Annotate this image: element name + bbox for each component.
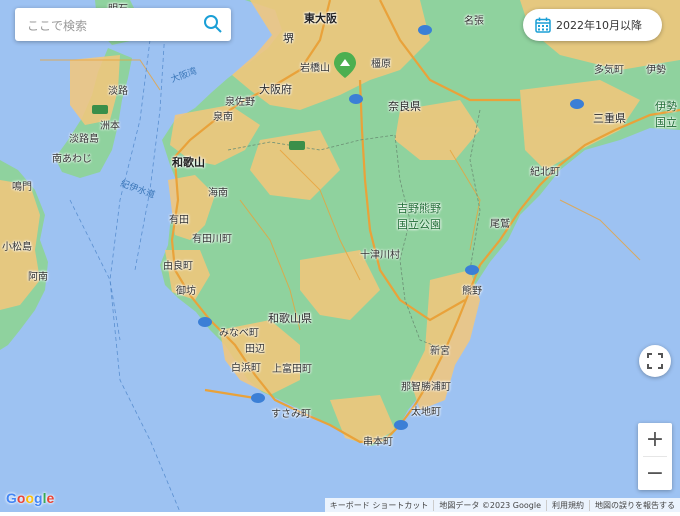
label-kushimoto: 串本町 (363, 437, 393, 448)
label-awaji: 淡路 (108, 86, 128, 97)
label-awajishima: 淡路島 (69, 134, 99, 145)
zoom-control: + − (638, 423, 672, 490)
label-kamitonda: 上富田町 (272, 364, 312, 375)
label-owase: 尾鷲 (490, 219, 510, 230)
label-taki: 多気町 (594, 65, 624, 76)
label-naraken: 奈良県 (388, 100, 421, 113)
search-input[interactable] (25, 8, 199, 43)
label-izumisano: 泉佐野 (225, 97, 255, 108)
label-mieken: 三重県 (593, 112, 626, 125)
route-shield-42e (394, 420, 408, 430)
label-susami: すさみ町 (271, 409, 311, 420)
label-komatsushima: 小松島 (2, 242, 32, 253)
route-shield-25 (418, 25, 432, 35)
label-minabe: みなべ町 (219, 328, 259, 339)
attribution-bar: キーボード ショートカット 地図データ ©2023 Google 利用規約 地図… (324, 498, 680, 512)
label-totsukawa: 十津川村 (360, 250, 400, 261)
label-kainan: 海南 (208, 188, 228, 199)
label-arida: 有田 (169, 215, 189, 226)
route-shield-42c (198, 317, 212, 327)
route-shield-24 (349, 94, 363, 104)
label-shirahama: 白浜町 (231, 363, 261, 374)
google-logo[interactable]: Google (6, 490, 54, 506)
zoom-in-button[interactable]: + (638, 423, 672, 456)
label-minamiawaji: 南あわじ (52, 154, 92, 165)
label-shingu: 新宮 (430, 346, 450, 357)
label-iwahashiyama: 岩橋山 (300, 63, 330, 74)
label-sakai: 堺 (283, 32, 294, 45)
label-nabari: 名張 (464, 16, 484, 27)
label-kashihara: 橿原 (371, 59, 391, 70)
label-sumoto: 洲本 (100, 121, 120, 132)
search-icon[interactable] (203, 14, 223, 34)
label-osakafu: 大阪府 (259, 83, 292, 96)
route-shield-42a (570, 99, 584, 109)
search-box (15, 8, 231, 43)
label-naruto: 鳴門 (12, 182, 32, 193)
date-filter-button[interactable]: 2022年10月以降 (523, 9, 662, 41)
label-ise: 伊勢 (646, 65, 666, 76)
label-izumi: 泉南 (213, 112, 233, 123)
route-shield-42b (465, 265, 479, 275)
map-svg (0, 0, 680, 513)
terms-link[interactable]: 利用規約 (546, 499, 589, 511)
label-anan: 阿南 (28, 272, 48, 283)
label-wakayama: 和歌山 (172, 156, 205, 169)
label-tanabe: 田辺 (245, 344, 265, 355)
label-kumano: 熊野 (462, 286, 482, 297)
fullscreen-icon (647, 353, 663, 369)
label-aridagawa: 有田川町 (192, 234, 232, 245)
map-data-text: 地図データ ©2023 Google (433, 499, 546, 511)
report-error-link[interactable]: 地図の誤りを報告する (589, 499, 680, 511)
label-higashiosaka: 東大阪 (304, 12, 337, 25)
label-wakayamaken: 和歌山県 (268, 312, 312, 325)
fullscreen-button[interactable] (639, 345, 671, 377)
label-yuasa: 由良町 (163, 261, 193, 272)
keyboard-shortcuts-link[interactable]: キーボード ショートカット (325, 500, 434, 511)
label-ise-park: 伊勢 国立 (655, 100, 677, 129)
label-taiji: 太地町 (411, 407, 441, 418)
date-filter-label: 2022年10月以降 (556, 19, 642, 32)
label-kihoku: 紀北町 (530, 167, 560, 178)
label-nachikatsuura: 那智勝浦町 (401, 382, 451, 393)
calendar-icon (535, 17, 551, 33)
route-shield-42d (251, 393, 265, 403)
map-canvas[interactable] (0, 0, 680, 513)
route-shield-e24 (289, 141, 305, 150)
label-yoshino-park: 吉野熊野 国立公園 (397, 202, 441, 231)
zoom-out-button[interactable]: − (638, 457, 672, 490)
route-shield-e28 (92, 105, 108, 114)
label-gobo: 御坊 (176, 286, 196, 297)
